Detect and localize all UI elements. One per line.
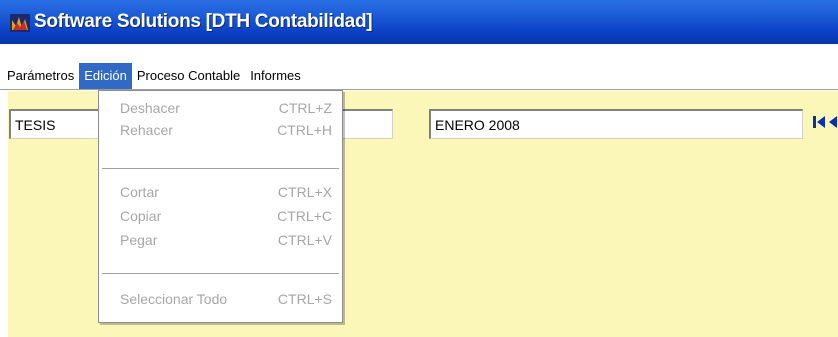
previous-record-button[interactable] [828,114,838,134]
periodo-field[interactable]: ENERO 2008 [429,109,803,139]
edit-menu-dropdown: Deshacer CTRL+Z Rehacer CTRL+H Cortar CT… [98,90,343,323]
menu-separator [102,168,339,170]
menu-separator [102,273,339,275]
menu-bar: Parámetros Edición Proceso Contable Info… [0,62,838,90]
menu-item-shortcut: CTRL+H [277,122,332,138]
window-title: Software Solutions [DTH Contabilidad] [34,11,373,32]
menu-proceso-contable[interactable]: Proceso Contable [132,63,245,89]
menu-item-shortcut: CTRL+S [277,291,332,307]
menu-item-label: Rehacer [120,122,173,138]
first-record-button[interactable] [808,114,830,134]
menu-item-label: Copiar [120,208,162,224]
menu-item-cortar[interactable]: Cortar CTRL+X [99,181,342,203]
menu-item-rehacer[interactable]: Rehacer CTRL+H [99,119,342,141]
app-logo-icon[interactable] [10,14,30,32]
menu-parametros[interactable]: Parámetros [0,63,79,89]
menu-item-shortcut: CTRL+V [277,232,332,248]
menu-item-shortcut: CTRL+Z [278,100,332,116]
previous-record-icon [828,114,838,135]
menu-item-label: Cortar [120,184,159,200]
menu-informes[interactable]: Informes [245,63,306,89]
menu-edicion[interactable]: Edición [79,63,132,89]
menu-item-label: Pegar [120,232,158,248]
first-record-icon [811,114,827,135]
title-bar: Software Solutions [DTH Contabilidad] [0,0,838,44]
menu-item-label: Seleccionar Todo [120,291,228,307]
menu-item-pegar[interactable]: Pegar CTRL+V [99,229,342,251]
menu-item-shortcut: CTRL+X [277,184,332,200]
menu-item-label: Deshacer [120,100,180,116]
menu-item-seleccionar-todo[interactable]: Seleccionar Todo CTRL+S [99,288,342,310]
menu-item-deshacer[interactable]: Deshacer CTRL+Z [99,97,342,119]
menu-item-copiar[interactable]: Copiar CTRL+C [99,205,342,227]
menu-item-shortcut: CTRL+C [277,208,332,224]
